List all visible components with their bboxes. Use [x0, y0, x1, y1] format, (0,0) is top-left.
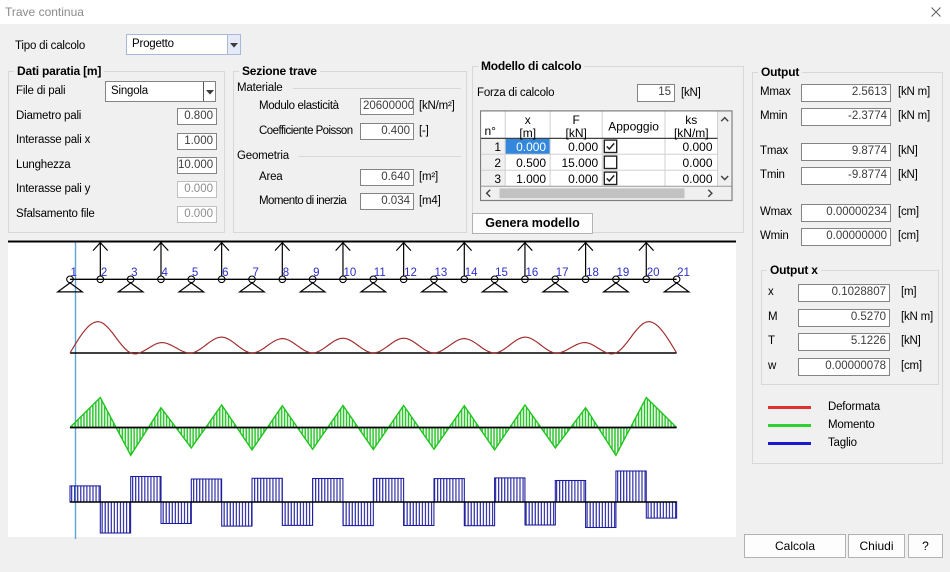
svg-text:1: 1 [71, 267, 77, 279]
svg-text:F: F [572, 113, 579, 127]
svg-text:8: 8 [283, 267, 289, 279]
svg-text:ks: ks [685, 113, 697, 127]
svg-text:0.000: 0.000 [516, 140, 546, 154]
svg-text:1: 1 [494, 140, 501, 154]
svg-text:19: 19 [616, 267, 629, 279]
svg-text:[kN/m]: [kN/m] [673, 126, 708, 140]
svg-text:[kN]: [kN] [565, 126, 586, 140]
svg-text:0.000: 0.000 [682, 156, 712, 170]
svg-text:5: 5 [192, 267, 198, 279]
svg-text:4: 4 [161, 267, 168, 279]
svg-text:3: 3 [131, 267, 137, 279]
svg-text:n°: n° [484, 124, 496, 138]
svg-text:15: 15 [495, 267, 508, 279]
svg-text:7: 7 [252, 267, 258, 279]
svg-text:11: 11 [374, 267, 386, 279]
svg-text:20: 20 [647, 267, 660, 279]
svg-text:2: 2 [494, 156, 501, 170]
svg-text:15.000: 15.000 [561, 156, 598, 170]
svg-text:[m]: [m] [519, 126, 536, 140]
svg-text:0.000: 0.000 [568, 140, 598, 154]
svg-text:21: 21 [677, 267, 690, 279]
svg-text:16: 16 [525, 267, 538, 279]
svg-text:0.000: 0.000 [682, 140, 712, 154]
svg-text:1.000: 1.000 [516, 172, 546, 186]
svg-text:0.500: 0.500 [516, 156, 546, 170]
svg-text:x: x [524, 113, 530, 127]
svg-text:9: 9 [313, 267, 319, 279]
svg-text:13: 13 [434, 267, 447, 279]
svg-text:17: 17 [556, 267, 569, 279]
svg-text:10: 10 [343, 267, 356, 279]
svg-text:18: 18 [586, 267, 599, 279]
svg-text:12: 12 [404, 267, 417, 279]
svg-text:3: 3 [494, 172, 501, 186]
svg-text:14: 14 [465, 267, 478, 279]
svg-text:6: 6 [222, 267, 228, 279]
svg-text:2: 2 [101, 267, 107, 279]
svg-text:0.000: 0.000 [682, 172, 712, 186]
svg-text:0.000: 0.000 [568, 172, 598, 186]
svg-text:Appoggio: Appoggio [608, 120, 659, 134]
